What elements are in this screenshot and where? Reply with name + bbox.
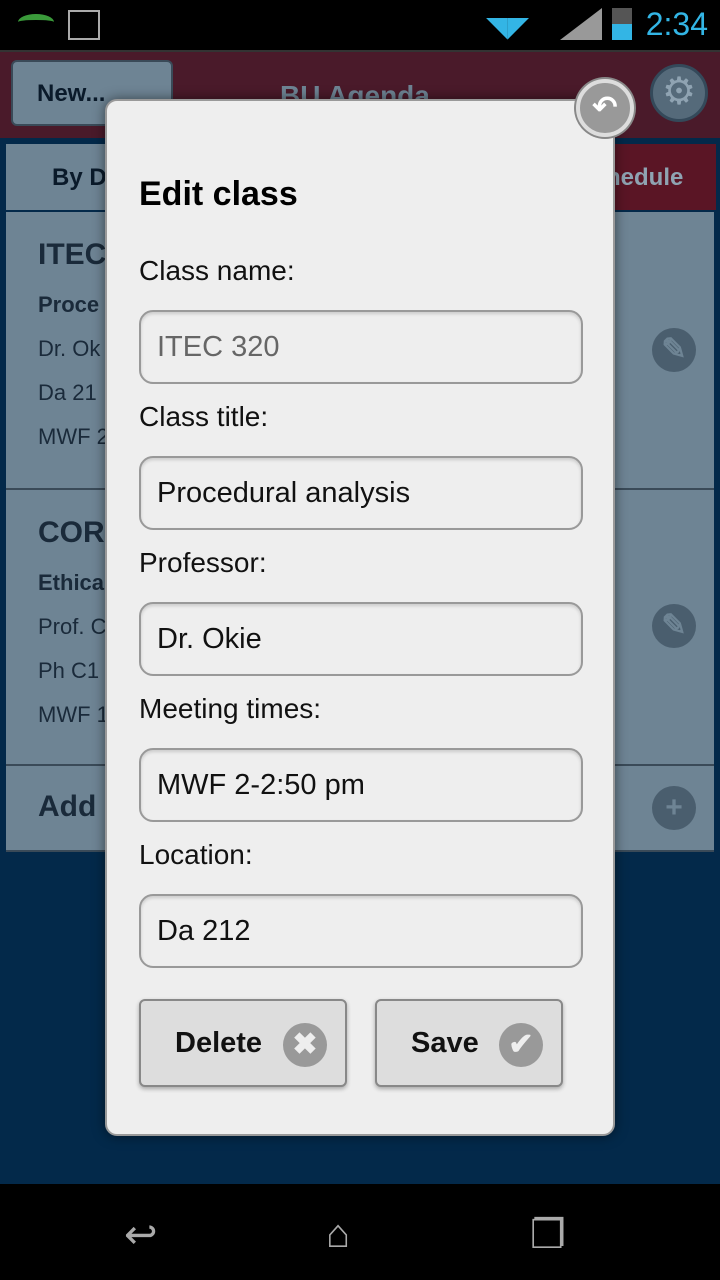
recent-apps-icon[interactable]: ❐ xyxy=(530,1212,566,1258)
edit-class-dialog: Edit class Class name: Class title: Prof… xyxy=(105,99,615,1136)
class-name: ITEC xyxy=(38,238,107,271)
class-times: MWF 1 xyxy=(38,702,109,727)
meeting-times-input[interactable] xyxy=(139,748,583,822)
save-label: Save xyxy=(411,1027,479,1059)
class-title: Ethica xyxy=(38,570,105,595)
class-location: Da 21 xyxy=(38,380,97,405)
image-icon xyxy=(68,10,100,40)
class-name-input[interactable] xyxy=(139,310,583,384)
navigation-bar: ↩ ⌂ ❐ xyxy=(0,1184,720,1280)
status-bar: ◥◤ 2:34 xyxy=(0,0,720,50)
checkmark-icon: ✔ xyxy=(499,1023,543,1067)
home-icon[interactable]: ⌂ xyxy=(326,1212,350,1257)
meeting-times-label: Meeting times: xyxy=(139,693,322,724)
signal-icon xyxy=(560,8,602,40)
professor-label: Professor: xyxy=(139,547,267,578)
add-plus-icon[interactable]: + xyxy=(652,786,696,830)
battery-icon xyxy=(612,8,632,40)
close-x-icon: ✖ xyxy=(283,1023,327,1067)
class-title-input[interactable] xyxy=(139,456,583,530)
delete-label: Delete xyxy=(175,1027,263,1059)
class-title: Proce xyxy=(38,292,100,317)
new-button-label: New... xyxy=(37,80,106,107)
class-title-label: Class title: xyxy=(139,401,269,432)
back-icon[interactable]: ↩ xyxy=(124,1212,158,1258)
class-location: Ph C1 xyxy=(38,658,100,683)
location-input[interactable] xyxy=(139,894,583,968)
settings-gear-icon[interactable]: ⚙ xyxy=(650,64,708,122)
edit-pencil-icon[interactable]: ✎ xyxy=(652,604,696,648)
clock: 2:34 xyxy=(645,6,708,42)
class-professor: Dr. Ok xyxy=(38,336,101,361)
class-professor: Prof. C xyxy=(38,614,107,639)
add-class-label: Add xyxy=(38,790,97,823)
phone-call-icon xyxy=(18,14,54,30)
save-button[interactable]: Save ✔ xyxy=(375,999,563,1087)
dialog-title: Edit class xyxy=(139,175,298,213)
wifi-icon: ◥◤ xyxy=(486,11,530,42)
location-label: Location: xyxy=(139,839,253,870)
delete-button[interactable]: Delete ✖ xyxy=(139,999,347,1087)
class-name-label: Class name: xyxy=(139,255,295,286)
undo-back-icon[interactable]: ↶ xyxy=(576,79,634,137)
class-times: MWF 2 xyxy=(38,424,109,449)
edit-pencil-icon[interactable]: ✎ xyxy=(652,328,696,372)
professor-input[interactable] xyxy=(139,602,583,676)
tab-by-day[interactable]: By D xyxy=(6,144,116,210)
